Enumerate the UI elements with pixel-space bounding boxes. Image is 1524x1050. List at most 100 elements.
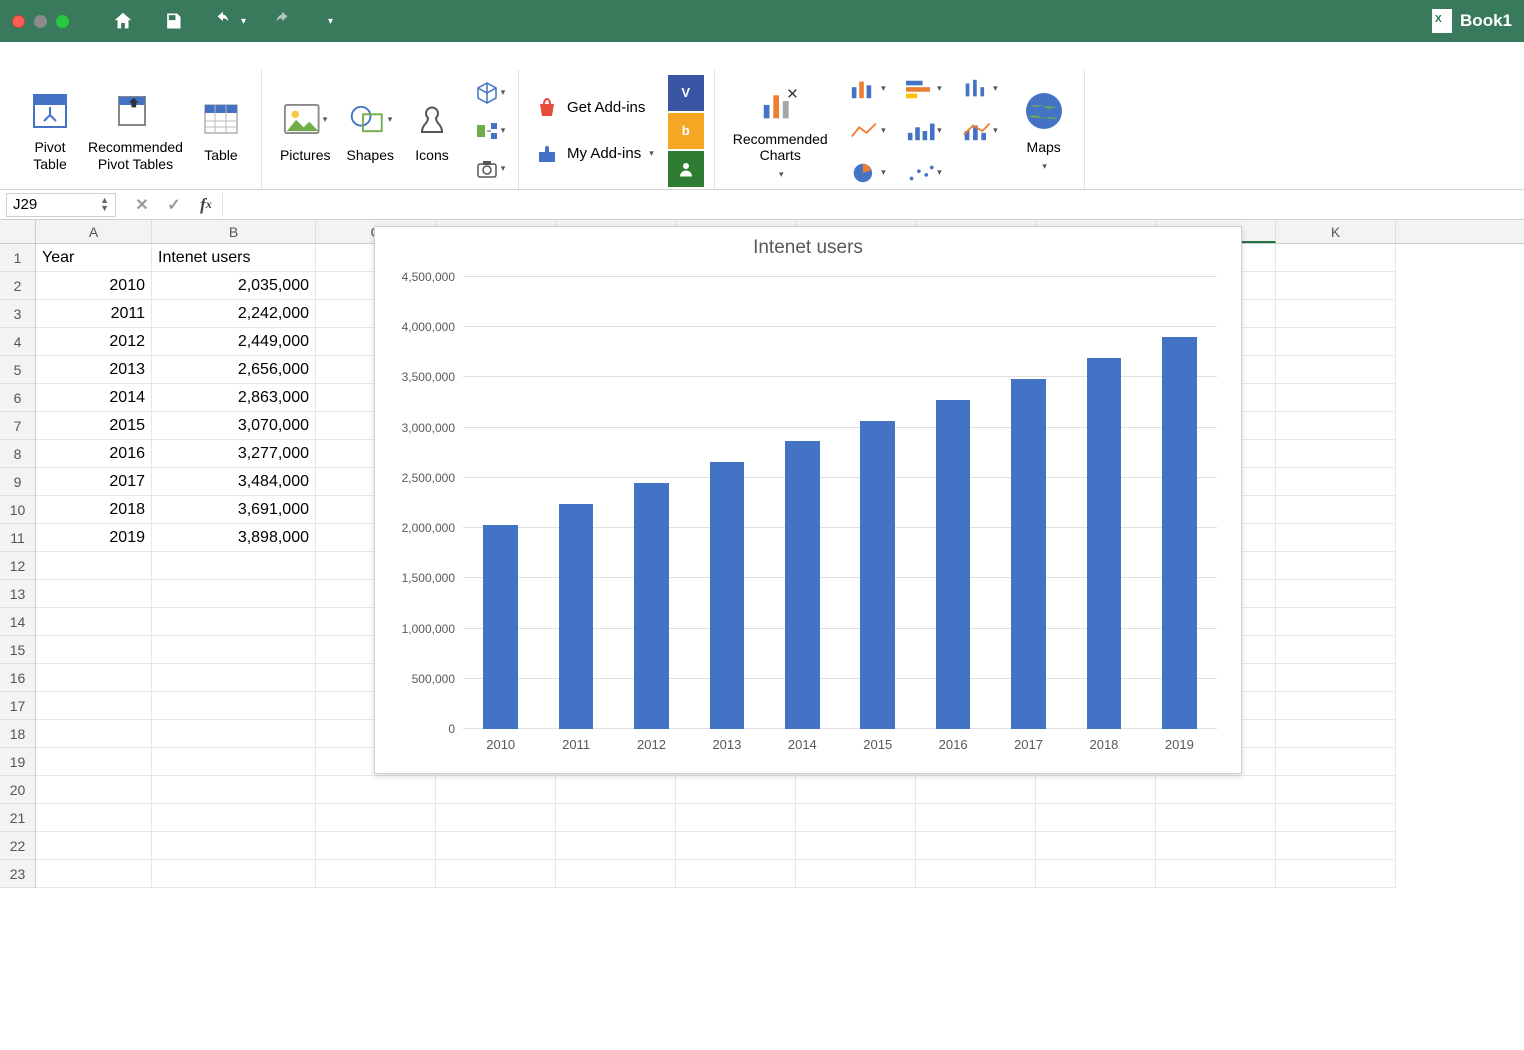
cell-H22[interactable] [916, 832, 1036, 860]
cell-B15[interactable] [152, 636, 316, 664]
cell-K8[interactable] [1276, 440, 1396, 468]
cell-K7[interactable] [1276, 412, 1396, 440]
row-header-3[interactable]: 3 [0, 300, 35, 328]
shapes-button[interactable]: Shapes [339, 95, 402, 165]
cell-C20[interactable] [316, 776, 436, 804]
row-header-1[interactable]: 1 [0, 244, 35, 272]
cell-K1[interactable] [1276, 244, 1396, 272]
cell-K19[interactable] [1276, 748, 1396, 776]
cell-B13[interactable] [152, 580, 316, 608]
cell-A9[interactable]: 2017 [36, 468, 152, 496]
cell-K15[interactable] [1276, 636, 1396, 664]
cell-J21[interactable] [1156, 804, 1276, 832]
cell-A12[interactable] [36, 552, 152, 580]
cell-C22[interactable] [316, 832, 436, 860]
cell-K22[interactable] [1276, 832, 1396, 860]
cell-E22[interactable] [556, 832, 676, 860]
chart-bar-2010[interactable] [483, 525, 518, 729]
cell-K4[interactable] [1276, 328, 1396, 356]
cell-A18[interactable] [36, 720, 152, 748]
cell-A14[interactable] [36, 608, 152, 636]
column-header-K[interactable]: K [1276, 220, 1396, 243]
cell-B23[interactable] [152, 860, 316, 888]
zoom-window-icon[interactable] [56, 15, 69, 28]
row-header-4[interactable]: 4 [0, 328, 35, 356]
cell-A13[interactable] [36, 580, 152, 608]
cell-B22[interactable] [152, 832, 316, 860]
recommended-pivot-tables-button[interactable]: Recommended Pivot Tables [80, 87, 191, 173]
cell-A1[interactable]: Year [36, 244, 152, 272]
row-header-23[interactable]: 23 [0, 860, 35, 888]
cell-A15[interactable] [36, 636, 152, 664]
cell-F23[interactable] [676, 860, 796, 888]
table-button[interactable]: Table [191, 95, 251, 165]
minimize-window-icon[interactable] [34, 15, 47, 28]
column-chart-button[interactable] [850, 71, 886, 107]
row-header-22[interactable]: 22 [0, 832, 35, 860]
area-chart-button[interactable] [906, 113, 942, 149]
row-header-8[interactable]: 8 [0, 440, 35, 468]
cell-B4[interactable]: 2,449,000 [152, 328, 316, 356]
scatter-chart-button[interactable] [906, 155, 942, 191]
my-addins-button[interactable]: My Add-ins [529, 138, 658, 170]
3d-models-button[interactable] [472, 75, 508, 111]
cell-H20[interactable] [916, 776, 1036, 804]
cell-K10[interactable] [1276, 496, 1396, 524]
cell-D20[interactable] [436, 776, 556, 804]
embedded-chart[interactable]: Intenet users 0500,0001,000,0001,500,000… [374, 226, 1242, 774]
cell-D22[interactable] [436, 832, 556, 860]
pie-chart-button[interactable] [850, 155, 886, 191]
row-header-13[interactable]: 13 [0, 580, 35, 608]
cell-K3[interactable] [1276, 300, 1396, 328]
cell-A3[interactable]: 2011 [36, 300, 152, 328]
save-button[interactable] [159, 7, 187, 35]
cell-E23[interactable] [556, 860, 676, 888]
name-box[interactable]: J29 ▲▼ [6, 193, 116, 217]
home-button[interactable] [109, 7, 137, 35]
row-header-19[interactable]: 19 [0, 748, 35, 776]
cell-B17[interactable] [152, 692, 316, 720]
bar-chart-button[interactable] [906, 71, 942, 107]
undo-button[interactable] [209, 7, 237, 35]
name-box-stepper-icon[interactable]: ▲▼ [100, 197, 109, 211]
cell-A23[interactable] [36, 860, 152, 888]
cell-K13[interactable] [1276, 580, 1396, 608]
cell-K21[interactable] [1276, 804, 1396, 832]
icons-button[interactable]: Icons [402, 95, 462, 165]
active-tab[interactable] [0, 42, 110, 70]
worksheet[interactable]: ABCDEFGHIJK 1234567891011121314151617181… [0, 220, 1524, 1050]
line-chart-button[interactable] [850, 113, 886, 149]
cell-E20[interactable] [556, 776, 676, 804]
cell-G23[interactable] [796, 860, 916, 888]
cell-B16[interactable] [152, 664, 316, 692]
cell-J23[interactable] [1156, 860, 1276, 888]
cell-B9[interactable]: 3,484,000 [152, 468, 316, 496]
cell-A22[interactable] [36, 832, 152, 860]
cell-B2[interactable]: 2,035,000 [152, 272, 316, 300]
cell-F22[interactable] [676, 832, 796, 860]
cell-J22[interactable] [1156, 832, 1276, 860]
cell-F21[interactable] [676, 804, 796, 832]
cell-A16[interactable] [36, 664, 152, 692]
cell-A17[interactable] [36, 692, 152, 720]
chart-bar-2012[interactable] [634, 483, 669, 729]
maps-button[interactable]: Maps [1014, 87, 1074, 174]
cell-K14[interactable] [1276, 608, 1396, 636]
chart-bar-2015[interactable] [860, 421, 895, 729]
cell-B14[interactable] [152, 608, 316, 636]
row-header-17[interactable]: 17 [0, 692, 35, 720]
formula-input[interactable] [222, 193, 1518, 217]
row-header-10[interactable]: 10 [0, 496, 35, 524]
cell-K2[interactable] [1276, 272, 1396, 300]
cell-I21[interactable] [1036, 804, 1156, 832]
cell-K12[interactable] [1276, 552, 1396, 580]
cell-C21[interactable] [316, 804, 436, 832]
chart-bar-2016[interactable] [936, 400, 971, 729]
visio-addin-icon[interactable]: V [668, 75, 704, 111]
cell-B10[interactable]: 3,691,000 [152, 496, 316, 524]
recommended-charts-button[interactable]: Recommended Charts [725, 79, 836, 182]
select-all-corner[interactable] [0, 220, 36, 244]
cell-B21[interactable] [152, 804, 316, 832]
cell-B5[interactable]: 2,656,000 [152, 356, 316, 384]
chart-bar-2018[interactable] [1087, 358, 1122, 729]
